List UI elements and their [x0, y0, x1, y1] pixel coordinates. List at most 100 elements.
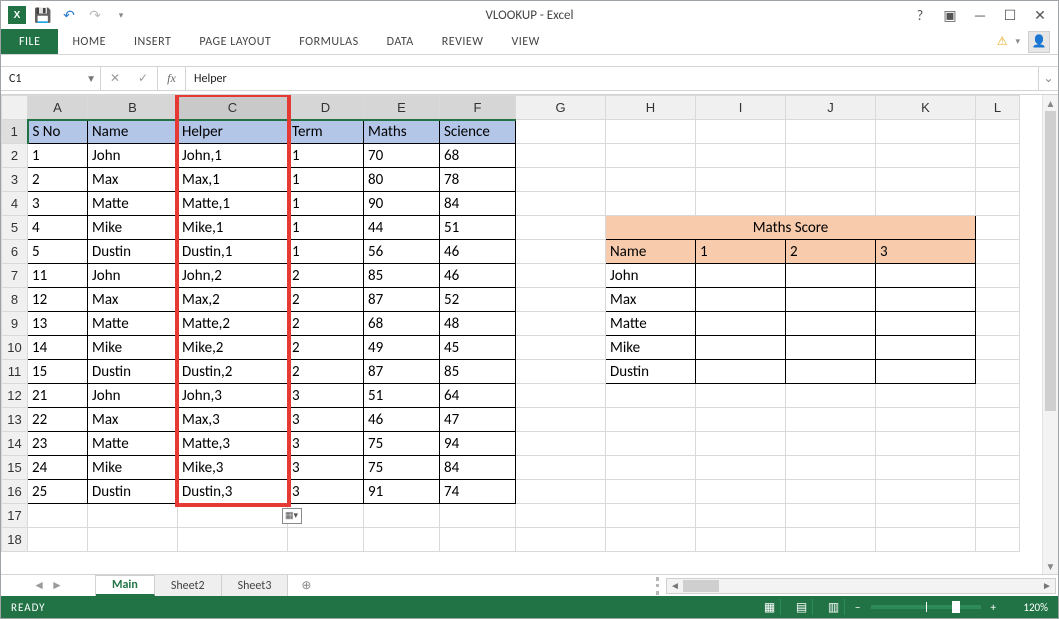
cell-E3[interactable]: 80: [364, 168, 440, 192]
col-header-K[interactable]: K: [876, 96, 976, 120]
row-header-8[interactable]: 8: [2, 288, 28, 312]
row-header-15[interactable]: 15: [2, 456, 28, 480]
cell-C17[interactable]: [178, 504, 288, 528]
cell-B2[interactable]: John: [88, 144, 178, 168]
zoom-value[interactable]: 120%: [1006, 601, 1048, 614]
cell-B10[interactable]: Mike: [88, 336, 178, 360]
cell-B17[interactable]: [88, 504, 178, 528]
cell-L10[interactable]: [976, 336, 1020, 360]
account-icon[interactable]: 👤: [1028, 31, 1050, 53]
cell-E7[interactable]: 85: [364, 264, 440, 288]
cell-G5[interactable]: [516, 216, 606, 240]
cell-G18[interactable]: [516, 528, 606, 552]
cell-I7[interactable]: [696, 264, 786, 288]
cell-E2[interactable]: 70: [364, 144, 440, 168]
cell-B1[interactable]: Name: [88, 120, 178, 144]
cell-G12[interactable]: [516, 384, 606, 408]
cell-A18[interactable]: [28, 528, 88, 552]
col-header-I[interactable]: I: [696, 96, 786, 120]
cell-L8[interactable]: [976, 288, 1020, 312]
cell-K12[interactable]: [876, 384, 976, 408]
cell-G14[interactable]: [516, 432, 606, 456]
cell-D11[interactable]: 2: [288, 360, 364, 384]
cell-A9[interactable]: 13: [28, 312, 88, 336]
cell-D5[interactable]: 1: [288, 216, 364, 240]
cell-E10[interactable]: 49: [364, 336, 440, 360]
col-header-A[interactable]: A: [28, 96, 88, 120]
cell-K7[interactable]: [876, 264, 976, 288]
sheet-nav-next-icon[interactable]: ►: [51, 578, 63, 593]
cell-L5[interactable]: [976, 216, 1020, 240]
col-header-E[interactable]: E: [364, 96, 440, 120]
cell-C9[interactable]: Matte,2: [178, 312, 288, 336]
cell-L13[interactable]: [976, 408, 1020, 432]
row-header-9[interactable]: 9: [2, 312, 28, 336]
warning-icon[interactable]: ⚠: [997, 34, 1008, 49]
tab-file[interactable]: FILE: [1, 29, 58, 54]
tab-page-layout[interactable]: PAGE LAYOUT: [185, 29, 285, 54]
cell-C4[interactable]: Matte,1: [178, 192, 288, 216]
cell-F3[interactable]: 78: [440, 168, 516, 192]
cell-H10[interactable]: Mike: [606, 336, 696, 360]
cell-L9[interactable]: [976, 312, 1020, 336]
cell-H18[interactable]: [606, 528, 696, 552]
cell-J15[interactable]: [786, 456, 876, 480]
scroll-right-icon[interactable]: ►: [1039, 579, 1055, 592]
cell-K14[interactable]: [876, 432, 976, 456]
cell-B15[interactable]: Mike: [88, 456, 178, 480]
cell-G15[interactable]: [516, 456, 606, 480]
cell-I1[interactable]: [696, 120, 786, 144]
cell-J2[interactable]: [786, 144, 876, 168]
cell-A14[interactable]: 23: [28, 432, 88, 456]
cell-G6[interactable]: [516, 240, 606, 264]
cell-L17[interactable]: [976, 504, 1020, 528]
cell-H16[interactable]: [606, 480, 696, 504]
cell-I4[interactable]: [696, 192, 786, 216]
cell-G10[interactable]: [516, 336, 606, 360]
cell-B3[interactable]: Max: [88, 168, 178, 192]
cell-C11[interactable]: Dustin,2: [178, 360, 288, 384]
cell-C13[interactable]: Max,3: [178, 408, 288, 432]
cell-E14[interactable]: 75: [364, 432, 440, 456]
name-box[interactable]: C1 ▼: [1, 67, 101, 90]
cell-B16[interactable]: Dustin: [88, 480, 178, 504]
cell-K13[interactable]: [876, 408, 976, 432]
cell-K10[interactable]: [876, 336, 976, 360]
cell-F1[interactable]: Science: [440, 120, 516, 144]
vertical-scrollbar[interactable]: ▲ ▼: [1042, 95, 1058, 574]
cell-L15[interactable]: [976, 456, 1020, 480]
cell-G8[interactable]: [516, 288, 606, 312]
cell-I16[interactable]: [696, 480, 786, 504]
cell-J18[interactable]: [786, 528, 876, 552]
row-header-7[interactable]: 7: [2, 264, 28, 288]
cell-H3[interactable]: [606, 168, 696, 192]
cell-F6[interactable]: 46: [440, 240, 516, 264]
cell-E17[interactable]: [364, 504, 440, 528]
expand-formula-bar-icon[interactable]: ⌄: [1038, 67, 1058, 90]
cell-H4[interactable]: [606, 192, 696, 216]
cell-A5[interactable]: 4: [28, 216, 88, 240]
sheet-nav[interactable]: ◄ ►: [1, 575, 96, 596]
cell-K11[interactable]: [876, 360, 976, 384]
cell-I9[interactable]: [696, 312, 786, 336]
cell-A12[interactable]: 21: [28, 384, 88, 408]
view-page-layout-icon[interactable]: ▤: [791, 599, 813, 615]
help-icon[interactable]: ?: [910, 5, 930, 25]
cell-J16[interactable]: [786, 480, 876, 504]
row-header-3[interactable]: 3: [2, 168, 28, 192]
cell-F14[interactable]: 94: [440, 432, 516, 456]
cell-H8[interactable]: Max: [606, 288, 696, 312]
cell-I8[interactable]: [696, 288, 786, 312]
name-box-dropdown-icon[interactable]: ▼: [86, 72, 96, 85]
cell-G11[interactable]: [516, 360, 606, 384]
cell-A16[interactable]: 25: [28, 480, 88, 504]
cell-H14[interactable]: [606, 432, 696, 456]
col-header-F[interactable]: F: [440, 96, 516, 120]
horizontal-scrollbar[interactable]: ◄ ►: [666, 578, 1056, 594]
cell-F16[interactable]: 74: [440, 480, 516, 504]
cell-F9[interactable]: 48: [440, 312, 516, 336]
cell-G16[interactable]: [516, 480, 606, 504]
cell-D6[interactable]: 1: [288, 240, 364, 264]
vertical-scrollbar-thumb[interactable]: [1045, 111, 1056, 411]
cell-D1[interactable]: Term: [288, 120, 364, 144]
